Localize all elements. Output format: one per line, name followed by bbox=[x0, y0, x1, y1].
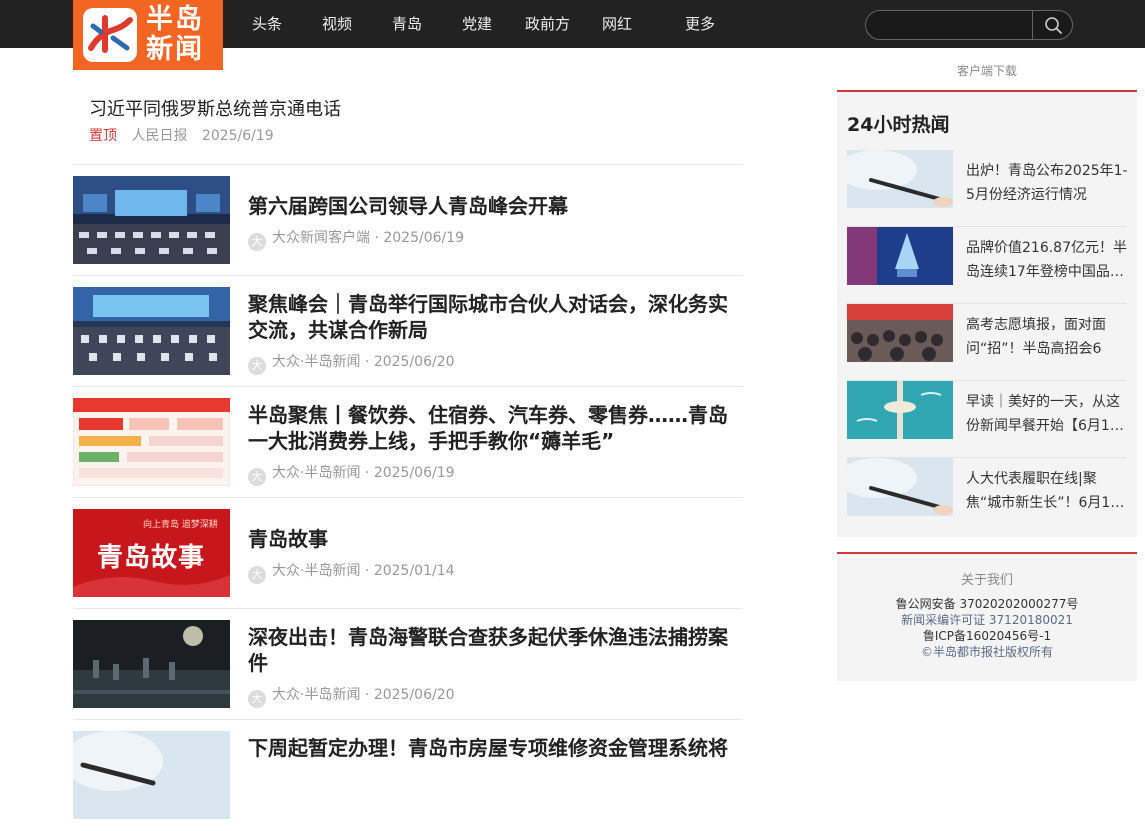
qingdao-story-banner[interactable]: 向上青岛 追梦深耕 青岛故事 bbox=[73, 509, 230, 597]
pinned-article-title[interactable]: 习近平同俄罗斯总统普京通电话 bbox=[89, 98, 744, 122]
police-record-text[interactable]: 鲁公网安备 37020202000277号 bbox=[837, 596, 1137, 612]
article-meta: 大大众·半岛新闻 · 2025/06/20 bbox=[248, 686, 455, 708]
conference-hall-image[interactable] bbox=[73, 176, 230, 264]
news-license-text[interactable]: 新闻采编许可证 37120180021 bbox=[837, 612, 1137, 628]
search-divider bbox=[1032, 11, 1033, 39]
pinned-tag: 置顶 bbox=[89, 128, 117, 144]
article-source: 大众·半岛新闻 bbox=[272, 563, 361, 579]
hot-news-item[interactable]: 人大代表履职在线|聚焦“城市新生长”！6月1… bbox=[847, 458, 1127, 535]
source-avatar-icon: 大 bbox=[248, 468, 266, 486]
logo-text: 半岛新闻 bbox=[146, 4, 204, 65]
site-logo[interactable]: 半岛新闻 bbox=[73, 0, 223, 70]
article-meta: 大大众·半岛新闻 · 2025/06/20 bbox=[248, 353, 455, 375]
about-panel: 关于我们 鲁公网安备 37020202000277号 新闻采编许可证 37120… bbox=[837, 552, 1137, 681]
article-meta: 大大众·半岛新闻 · 2025/06/19 bbox=[248, 464, 455, 486]
microphone-image[interactable] bbox=[847, 150, 953, 208]
source-avatar-icon: 大 bbox=[248, 233, 266, 251]
search-button[interactable] bbox=[1036, 14, 1070, 36]
crowd-fair-image[interactable] bbox=[847, 304, 953, 362]
pinned-article-meta: 置顶 人民日报 2025/6/19 bbox=[89, 127, 744, 145]
article-meta: 大大众·半岛新闻 · 2025/01/14 bbox=[248, 562, 455, 584]
hot-news-item[interactable]: 品牌价值216.87亿元！半岛连续17年登榜中国品… bbox=[847, 227, 1127, 304]
copyright-text: ©半岛都市报社版权所有 bbox=[920, 645, 1053, 659]
conference-hall-image[interactable] bbox=[73, 287, 230, 375]
hot-news-panel: 24小时热闻 出炉！青岛公布2025年1-5月份经济运行情况 品牌价值216.8… bbox=[837, 90, 1137, 537]
article-source: 大众·半岛新闻 bbox=[272, 354, 361, 370]
source-avatar-icon: 大 bbox=[248, 566, 266, 584]
pinned-article[interactable]: 习近平同俄罗斯总统普京通电话 置顶 人民日报 2025/6/19 bbox=[89, 98, 744, 145]
hot-news-text[interactable]: 品牌价值216.87亿元！半岛连续17年登榜中国品… bbox=[966, 236, 1128, 284]
microphone-image[interactable] bbox=[73, 731, 230, 819]
hot-news-item[interactable]: 出炉！青岛公布2025年1-5月份经济运行情况 bbox=[847, 150, 1128, 227]
article-source: 大众·半岛新闻 bbox=[272, 465, 361, 481]
article-title[interactable]: 青岛故事 bbox=[248, 526, 738, 552]
article-date: 2025/01/14 bbox=[373, 563, 455, 579]
hot-news-item[interactable]: 早读｜美好的一天，从这份新闻早餐开始【6月1… bbox=[847, 381, 1127, 458]
search-icon bbox=[1045, 17, 1062, 34]
article-item[interactable]: 半岛聚焦丨餐饮券、住宿券、汽车券、零售券……青岛一大批消费券上线，手把手教你“薅… bbox=[73, 387, 743, 498]
nav-item-video[interactable]: 视频 bbox=[322, 15, 352, 33]
article-title[interactable]: 半岛聚焦丨餐饮券、住宿券、汽车券、零售券……青岛一大批消费券上线，手把手教你“薅… bbox=[248, 402, 738, 454]
about-title[interactable]: 关于我们 bbox=[837, 572, 1137, 590]
nav-item-qingdao[interactable]: 青岛 bbox=[392, 15, 422, 33]
pinned-date: 2025/6/19 bbox=[201, 128, 274, 144]
article-item[interactable]: 向上青岛 追梦深耕 青岛故事 青岛故事 大大众·半岛新闻 · 2025/01/1… bbox=[73, 498, 743, 609]
article-date: 2025/06/20 bbox=[373, 354, 455, 370]
banner-subtext: 向上青岛 追梦深耕 bbox=[143, 520, 218, 530]
article-date: 2025/06/19 bbox=[373, 465, 455, 481]
hot-news-text[interactable]: 高考志愿填报，面对面问“招”！半岛高招会6月… bbox=[966, 313, 1128, 361]
nav-item-party[interactable]: 党建 bbox=[462, 15, 492, 33]
search-box bbox=[865, 10, 1073, 40]
article-title[interactable]: 聚焦峰会｜青岛举行国际城市合伙人对话会，深化务实交流，共谋合作新局 bbox=[248, 291, 738, 343]
article-source: 大众新闻客户端 bbox=[272, 230, 370, 246]
article-date: 2025/06/19 bbox=[383, 230, 465, 246]
article-meta: 大大众新闻客户端 · 2025/06/19 bbox=[248, 229, 464, 251]
night-enforcement-image[interactable] bbox=[73, 620, 230, 708]
article-item[interactable]: 深夜出击！青岛海警联合查获多起伏季休渔违法捕捞案件 大大众·半岛新闻 · 202… bbox=[73, 609, 743, 720]
microphone-image[interactable] bbox=[847, 458, 953, 516]
hot-news-item[interactable]: 高考志愿填报，面对面问“招”！半岛高招会6月… bbox=[847, 304, 1127, 381]
source-avatar-icon: 大 bbox=[248, 690, 266, 708]
article-title[interactable]: 下周起暂定办理！青岛市房屋专项维修资金管理系统将 bbox=[248, 735, 738, 761]
sea-pier-image[interactable] bbox=[847, 381, 953, 439]
hot-news-title: 24小时热闻 bbox=[847, 114, 950, 136]
article-title[interactable]: 深夜出击！青岛海警联合查获多起伏季休渔违法捕捞案件 bbox=[248, 624, 738, 676]
nav-item-influencer[interactable]: 网红 bbox=[602, 15, 632, 33]
source-avatar-icon: 大 bbox=[248, 357, 266, 375]
award-trophy-image[interactable] bbox=[847, 227, 953, 285]
article-source: 大众·半岛新闻 bbox=[272, 687, 361, 703]
article-item[interactable]: 下周起暂定办理！青岛市房屋专项维修资金管理系统将 bbox=[73, 720, 743, 831]
hot-news-text[interactable]: 早读｜美好的一天，从这份新闻早餐开始【6月1… bbox=[966, 390, 1128, 438]
nav-item-more[interactable]: 更多 bbox=[685, 15, 715, 33]
app-download-link[interactable]: 客户端下载 bbox=[837, 62, 1137, 79]
coupon-poster-image[interactable] bbox=[73, 398, 230, 486]
pinned-source: 人民日报 bbox=[131, 128, 188, 144]
search-input[interactable] bbox=[876, 15, 1026, 35]
article-title[interactable]: 第六届跨国公司领导人青岛峰会开幕 bbox=[248, 193, 738, 219]
hot-news-text[interactable]: 人大代表履职在线|聚焦“城市新生长”！6月1… bbox=[966, 467, 1128, 515]
logo-emblem-icon bbox=[83, 8, 137, 62]
article-item[interactable]: 第六届跨国公司领导人青岛峰会开幕 大大众新闻客户端 · 2025/06/19 bbox=[73, 165, 743, 276]
article-date: 2025/06/20 bbox=[373, 687, 455, 703]
nav-item-headlines[interactable]: 头条 bbox=[252, 15, 282, 33]
hot-news-text[interactable]: 出炉！青岛公布2025年1-5月份经济运行情况 bbox=[966, 159, 1128, 207]
icp-record-text[interactable]: 鲁ICP备16020456号-1 bbox=[837, 628, 1137, 644]
nav-item-politics[interactable]: 政前方 bbox=[525, 15, 570, 33]
article-item[interactable]: 聚焦峰会｜青岛举行国际城市合伙人对话会，深化务实交流，共谋合作新局 大大众·半岛… bbox=[73, 276, 743, 387]
